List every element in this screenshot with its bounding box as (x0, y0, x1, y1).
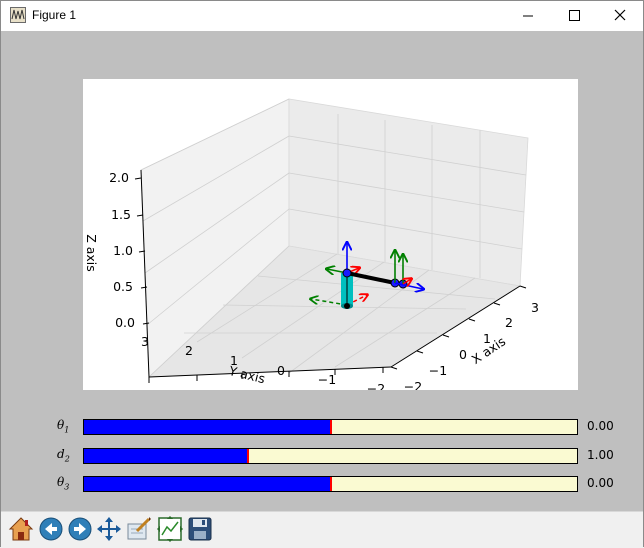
pan-button[interactable] (95, 515, 123, 543)
slider-fill (84, 420, 331, 434)
x-tick-label: 0 (459, 347, 467, 362)
window-title: Figure 1 (32, 8, 77, 22)
z-axis-label: Z axis (84, 234, 99, 272)
x-tick-label: 2 (505, 315, 513, 330)
y-tick-label: 2 (185, 343, 193, 358)
pan-icon (97, 517, 121, 541)
slider-track[interactable] (83, 448, 578, 464)
x-tick-label: −1 (429, 363, 447, 378)
configure-subplots-button[interactable] (156, 515, 184, 543)
y-tick-label: −2 (367, 381, 385, 390)
x-tick-label: 3 (531, 300, 539, 315)
maximize-icon (569, 10, 580, 21)
zoom-button[interactable] (125, 515, 153, 543)
3d-axes: 2.0 1.5 1.0 0.5 0.0 3 2 1 0 −1 −2 3 2 1 … (84, 98, 539, 396)
x-tick-label: −2 (404, 379, 422, 390)
z-tick-label: 1.5 (111, 207, 131, 222)
forward-button[interactable] (66, 515, 94, 543)
z-tick-label: 0.5 (113, 279, 133, 294)
slider-initial-marker (247, 449, 250, 463)
joint-dot (342, 268, 352, 278)
z-tick-label: 1.0 (113, 243, 133, 258)
close-icon (614, 9, 626, 21)
slider-value: 1.00 (587, 448, 614, 462)
save-button[interactable] (186, 515, 214, 543)
slider-value: 0.00 (587, 419, 614, 433)
slider-value: 0.00 (587, 476, 614, 490)
3d-plot-area[interactable]: 2.0 1.5 1.0 0.5 0.0 3 2 1 0 −1 −2 3 2 1 … (83, 79, 578, 396)
minimize-icon (523, 15, 533, 17)
zoom-icon (127, 517, 151, 540)
configure-subplots-icon (157, 516, 183, 542)
minimize-button[interactable] (505, 1, 551, 31)
home-button[interactable] (7, 515, 35, 543)
slider-track[interactable] (83, 476, 578, 492)
home-icon (8, 517, 34, 541)
back-button[interactable] (37, 515, 65, 543)
slider-label: θ1 (57, 418, 70, 435)
back-icon (39, 517, 63, 541)
navigation-toolbar (1, 511, 643, 548)
forward-icon (68, 517, 92, 541)
slider-fill (84, 449, 249, 463)
slider-label: d2 (57, 447, 70, 464)
close-button[interactable] (597, 1, 643, 31)
figure-window: Figure 1 2.0 1.5 1.0 0.5 0.0 3 2 1 0 −1 … (0, 0, 644, 548)
slider-initial-marker (329, 477, 332, 491)
save-icon (188, 517, 212, 541)
title-bar: Figure 1 (1, 1, 643, 31)
y-tick-label: −1 (318, 372, 336, 387)
slider-fill (84, 477, 331, 491)
slider-label: θ3 (57, 475, 70, 492)
figure-canvas[interactable]: 2.0 1.5 1.0 0.5 0.0 3 2 1 0 −1 −2 3 2 1 … (1, 31, 643, 511)
z-tick-label: 0.0 (115, 315, 135, 330)
slider-track[interactable] (83, 419, 578, 435)
y-tick-label: 0 (277, 363, 285, 378)
prismatic-link (341, 273, 353, 309)
z-tick-label: 2.0 (109, 170, 129, 185)
matplotlib-app-icon (10, 7, 26, 23)
y-tick-label: 3 (141, 334, 149, 349)
slider-initial-marker (329, 420, 332, 434)
maximize-button[interactable] (551, 1, 597, 31)
